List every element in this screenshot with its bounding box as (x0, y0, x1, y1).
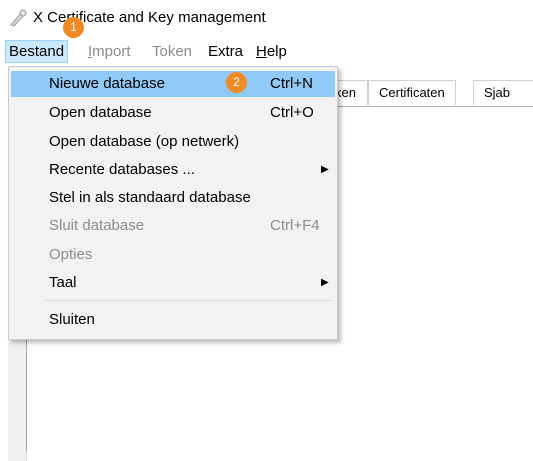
menu-import-rest: mport (92, 43, 131, 60)
menu-item-label: Opties (49, 246, 93, 263)
menu-item-taal[interactable]: Taal ▶ (11, 270, 335, 296)
menu-item-label: Nieuwe database (49, 75, 165, 92)
menu-token[interactable]: Token (149, 41, 195, 62)
menu-help-mnemonic: H (256, 43, 267, 60)
menu-item-sluiten[interactable]: Sluiten (11, 307, 335, 333)
menu-item-shortcut: Ctrl+F4 (270, 217, 320, 234)
menu-item-label: Recente databases ... (49, 161, 195, 178)
annotation-badge-1: 1 (63, 17, 84, 38)
tab-certificaten[interactable]: Certificaten (368, 80, 456, 105)
submenu-arrow-icon: ▶ (321, 277, 329, 288)
menu-bestand[interactable]: Bestand (5, 40, 69, 63)
menu-item-recente-databases[interactable]: Recente databases ... ▶ (11, 157, 335, 183)
menu-item-nieuwe-database[interactable]: Nieuwe database Ctrl+N (11, 71, 335, 97)
tab-sjablonen[interactable]: Sjab (473, 80, 533, 105)
menu-item-label: Open database (op netwerk) (49, 133, 240, 150)
menu-item-open-database-netwerk[interactable]: Open database (op netwerk) (11, 129, 335, 155)
menu-extra[interactable]: Extra (205, 41, 246, 62)
menu-separator (45, 300, 333, 301)
menu-item-shortcut: Ctrl+O (270, 104, 314, 121)
menu-import[interactable]: Import (85, 41, 134, 62)
menu-item-label: Stel in als standaard database (49, 189, 251, 206)
menu-item-shortcut: Ctrl+N (270, 75, 313, 92)
menu-item-label: Sluiten (49, 311, 95, 328)
submenu-arrow-icon: ▶ (321, 164, 329, 175)
menu-item-label: Open database (49, 104, 152, 121)
key-pen-icon (10, 9, 27, 27)
file-menu-dropdown: Nieuwe database Ctrl+N Open database Ctr… (8, 66, 338, 340)
menu-item-label: Taal (49, 274, 77, 291)
menu-item-sluit-database[interactable]: Sluit database Ctrl+F4 (11, 213, 335, 239)
menu-item-standaard-database[interactable]: Stel in als standaard database (11, 185, 335, 211)
menu-help[interactable]: Help (253, 41, 290, 62)
menu-item-open-database[interactable]: Open database Ctrl+O (11, 100, 335, 126)
menu-bar: Bestand Import Token Extra Help (0, 38, 533, 66)
menu-item-label: Sluit database (49, 217, 145, 234)
menu-help-rest: elp (266, 43, 287, 60)
annotation-badge-2: 2 (226, 72, 247, 93)
tab-strip: ken Certificaten Sjab (320, 80, 533, 107)
menu-item-opties[interactable]: Opties (11, 242, 335, 268)
